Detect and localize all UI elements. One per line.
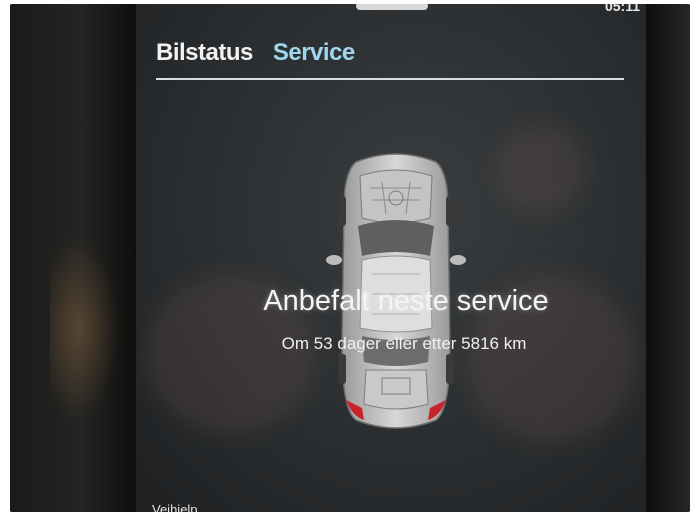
photo-frame: 05:11 Bilstatus Service Anbefalt neste s…	[10, 4, 690, 512]
bezel-glare	[50, 234, 120, 424]
status-pill	[356, 4, 428, 10]
reflection	[496, 124, 586, 214]
tab-bilstatus[interactable]: Bilstatus	[156, 39, 253, 67]
service-subtitle: Om 53 dager eller etter 5816 km	[281, 334, 527, 353]
status-clock: 05:11	[604, 4, 640, 14]
service-title: Anbefalt neste service	[263, 285, 549, 317]
tab-service[interactable]: Service	[273, 39, 355, 67]
tab-bar: Bilstatus Service	[156, 38, 355, 68]
infotainment-screen: 05:11 Bilstatus Service Anbefalt neste s…	[136, 4, 646, 512]
bezel-right	[644, 4, 690, 512]
status-bar: 05:11	[136, 4, 646, 18]
tab-underline	[156, 78, 624, 80]
roadside-assist-label[interactable]: Veihjelp	[152, 502, 198, 512]
